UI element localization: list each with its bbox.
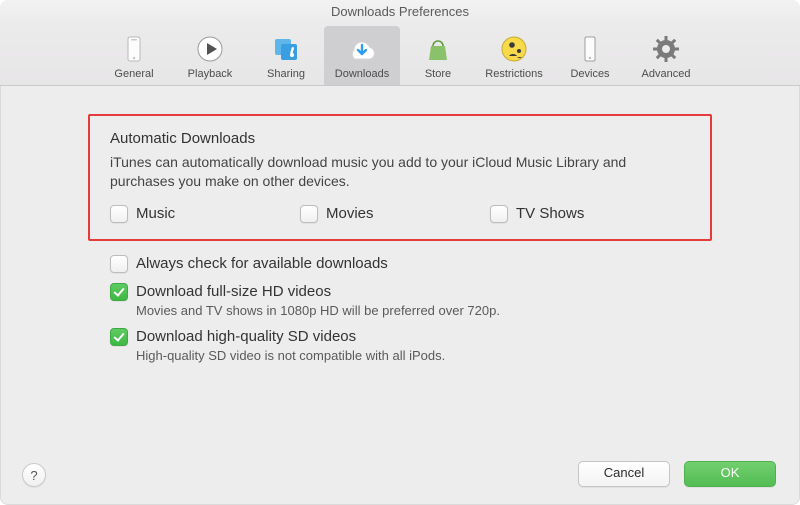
store-icon bbox=[400, 32, 476, 66]
tab-label: Devices bbox=[552, 68, 628, 80]
checkbox-always-check[interactable]: Always check for available downloads bbox=[110, 255, 712, 273]
tab-sharing[interactable]: Sharing bbox=[248, 26, 324, 85]
tab-devices[interactable]: Devices bbox=[552, 26, 628, 85]
tab-playback[interactable]: Playback bbox=[172, 26, 248, 85]
tab-store[interactable]: Store bbox=[400, 26, 476, 85]
tab-advanced[interactable]: Advanced bbox=[628, 26, 704, 85]
checkbox-icon bbox=[300, 205, 318, 223]
tab-label: Sharing bbox=[248, 68, 324, 80]
checkbox-label: Movies bbox=[326, 205, 374, 222]
downloads-icon bbox=[324, 32, 400, 66]
checkbox-movies[interactable]: Movies bbox=[300, 205, 490, 223]
ok-button[interactable]: OK bbox=[684, 461, 776, 487]
window-title: Downloads Preferences bbox=[0, 0, 800, 24]
checkbox-label: Download high-quality SD videos bbox=[136, 328, 356, 345]
checkbox-sd-videos[interactable]: Download high-quality SD videos High-qua… bbox=[110, 328, 712, 363]
checkbox-label: Music bbox=[136, 205, 175, 222]
checkbox-label: Always check for available downloads bbox=[136, 255, 388, 272]
checkbox-icon bbox=[110, 205, 128, 223]
automatic-downloads-section: Automatic Downloads iTunes can automatic… bbox=[88, 114, 712, 241]
tab-label: Playback bbox=[172, 68, 248, 80]
checkbox-hd-videos[interactable]: Download full-size HD videos Movies and … bbox=[110, 283, 712, 318]
auto-download-options: Music Movies TV Shows bbox=[110, 205, 690, 223]
checkbox-icon bbox=[110, 328, 128, 346]
preferences-window: Downloads Preferences General Playback bbox=[0, 0, 800, 505]
tab-label: Restrictions bbox=[476, 68, 552, 80]
tab-label: Downloads bbox=[324, 68, 400, 80]
other-options: Always check for available downloads Dow… bbox=[88, 255, 712, 363]
restrictions-icon bbox=[476, 32, 552, 66]
help-button[interactable]: ? bbox=[22, 463, 46, 487]
option-hint: Movies and TV shows in 1080p HD will be … bbox=[136, 303, 712, 318]
button-label: OK bbox=[721, 465, 740, 480]
tab-label: Advanced bbox=[628, 68, 704, 80]
devices-icon bbox=[552, 32, 628, 66]
section-description: iTunes can automatically download music … bbox=[110, 153, 630, 191]
content-pane: Automatic Downloads iTunes can automatic… bbox=[0, 86, 800, 505]
section-title: Automatic Downloads bbox=[110, 130, 690, 147]
option-hint: High-quality SD video is not compatible … bbox=[136, 348, 712, 363]
tab-label: General bbox=[96, 68, 172, 80]
checkbox-label: Download full-size HD videos bbox=[136, 283, 331, 300]
play-icon bbox=[172, 32, 248, 66]
tab-general[interactable]: General bbox=[96, 26, 172, 85]
tab-downloads[interactable]: Downloads bbox=[324, 26, 400, 85]
checkbox-label: TV Shows bbox=[516, 205, 584, 222]
tab-label: Store bbox=[400, 68, 476, 80]
checkbox-icon bbox=[490, 205, 508, 223]
sharing-icon bbox=[248, 32, 324, 66]
cancel-button[interactable]: Cancel bbox=[578, 461, 670, 487]
checkbox-icon bbox=[110, 255, 128, 273]
help-icon: ? bbox=[30, 468, 37, 483]
checkbox-tv-shows[interactable]: TV Shows bbox=[490, 205, 680, 223]
checkbox-music[interactable]: Music bbox=[110, 205, 300, 223]
tab-restrictions[interactable]: Restrictions bbox=[476, 26, 552, 85]
checkbox-icon bbox=[110, 283, 128, 301]
preferences-toolbar: General Playback Sharing bbox=[0, 24, 800, 86]
general-icon bbox=[96, 32, 172, 66]
window-title-text: Downloads Preferences bbox=[331, 4, 469, 19]
gear-icon bbox=[628, 32, 704, 66]
dialog-buttons: Cancel OK bbox=[578, 461, 776, 487]
button-label: Cancel bbox=[604, 465, 644, 480]
